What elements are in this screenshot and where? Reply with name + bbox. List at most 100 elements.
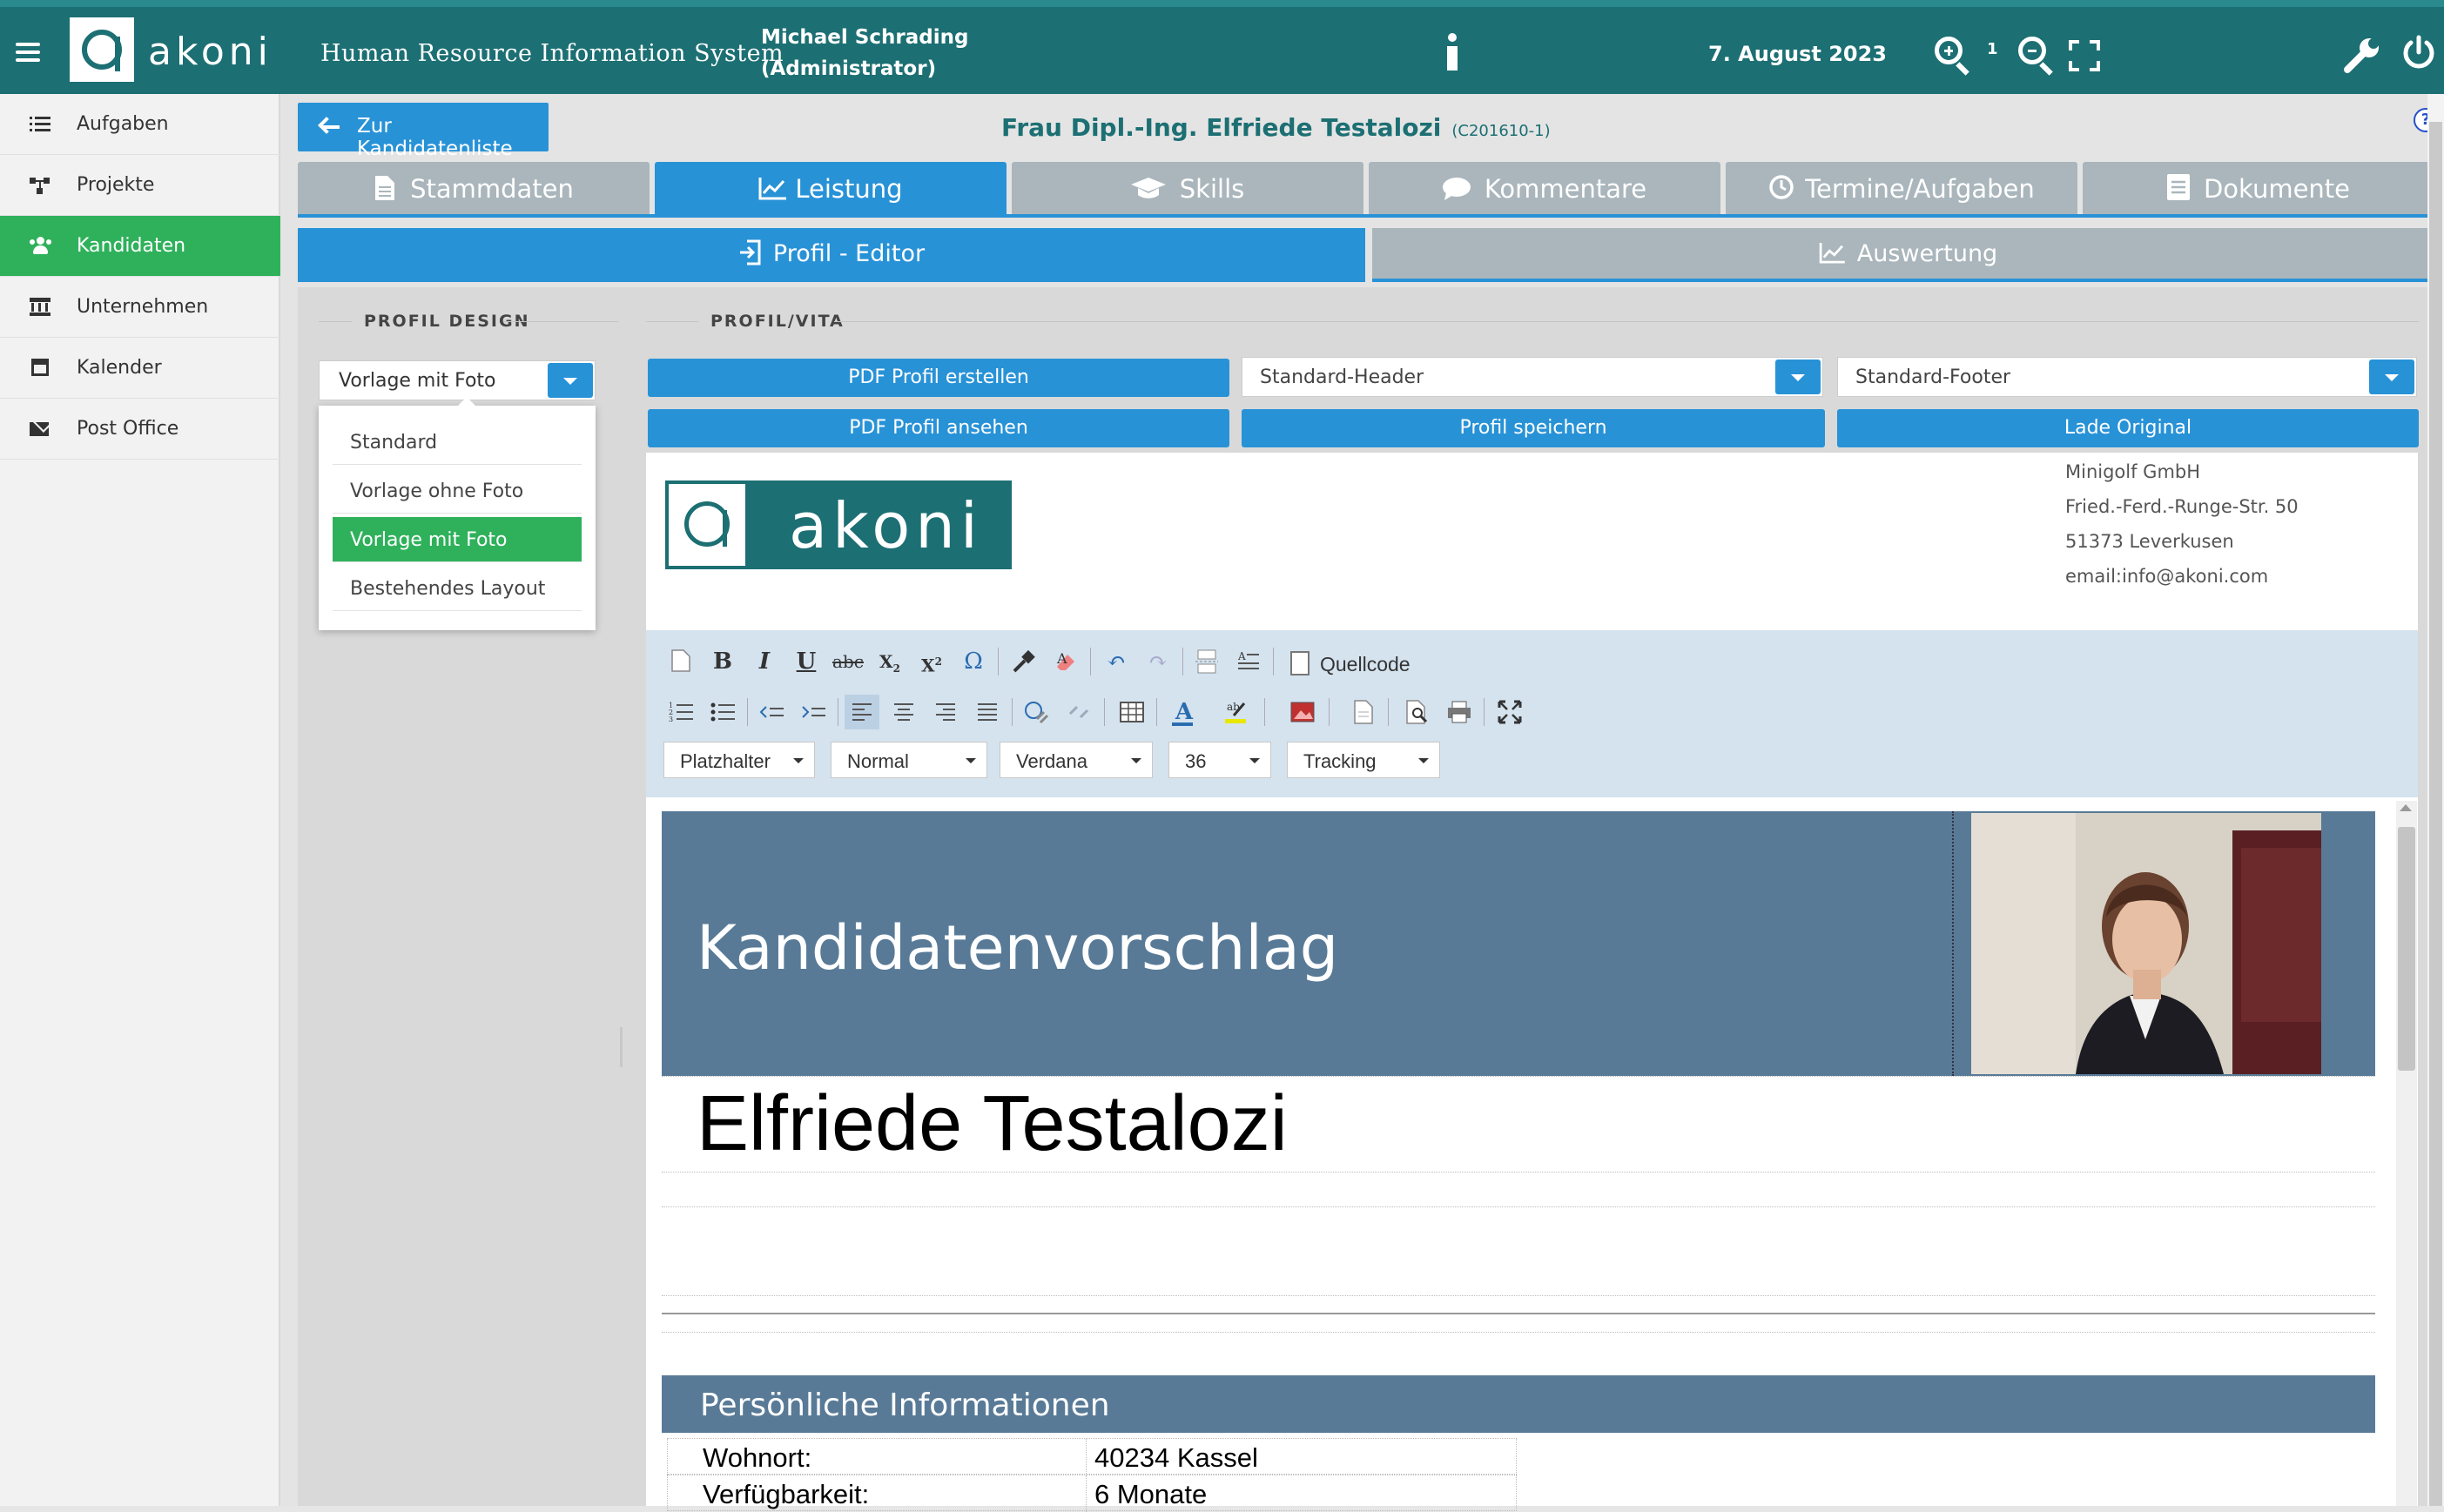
toolbar-separator — [1104, 698, 1105, 726]
subscript-icon[interactable]: X2 — [872, 644, 907, 679]
chevron-down-icon[interactable] — [2369, 360, 2414, 394]
design-option-bestehendes-layout[interactable]: Bestehendes Layout — [333, 566, 582, 611]
sidebar-item-post-office[interactable]: Post Office — [0, 399, 280, 460]
toolbar-separator — [1182, 648, 1183, 675]
info-icon[interactable] — [1444, 33, 1461, 73]
option-label: Standard — [350, 432, 438, 454]
header-select[interactable]: Standard-Header — [1242, 357, 1823, 397]
graduation-cap-icon — [1130, 165, 1166, 198]
zoom-in-icon[interactable] — [1935, 37, 1963, 64]
indent-icon[interactable] — [796, 695, 831, 729]
profile-design-select[interactable]: Vorlage mit Foto — [319, 360, 596, 400]
subtab-auswertung[interactable]: Auswertung — [1372, 228, 2444, 282]
divider — [1952, 811, 1954, 1076]
save-profile-button[interactable]: Profil speichern — [1242, 409, 1825, 447]
page-break-icon[interactable] — [1189, 644, 1224, 679]
clock-icon — [1768, 165, 1794, 199]
toolbar-separator — [1484, 698, 1485, 726]
design-option-standard[interactable]: Standard — [333, 420, 582, 465]
table-icon[interactable] — [1114, 695, 1149, 729]
subtab-profil-editor[interactable]: Profil - Editor — [298, 228, 1365, 282]
sidebar-item-unternehmen[interactable]: Unternehmen — [0, 277, 280, 338]
candidate-name: Elfriede Testalozi — [697, 1080, 1288, 1167]
tab-dokumente[interactable]: Dokumente — [2083, 162, 2434, 216]
user-role: (Administrator) — [761, 57, 937, 80]
strikethrough-icon[interactable]: abc — [831, 644, 865, 679]
italic-icon[interactable]: I — [747, 644, 782, 679]
new-page-icon[interactable] — [663, 644, 698, 679]
maximize-icon[interactable] — [1492, 695, 1527, 729]
sidebar-item-label: Post Office — [77, 418, 179, 440]
link-icon[interactable] — [1020, 695, 1055, 729]
sidebar-item-projekte[interactable]: Projekte — [0, 155, 280, 216]
special-character-icon[interactable]: Ω — [956, 644, 991, 679]
copy-format-icon[interactable] — [1007, 644, 1041, 679]
wrench-icon[interactable] — [2342, 35, 2382, 75]
bold-icon[interactable]: B — [705, 644, 740, 679]
tab-kommentare[interactable]: Kommentare — [1369, 162, 1720, 216]
back-to-candidate-list-button[interactable]: Zur Kandidatenliste — [298, 103, 549, 160]
placeholder-select[interactable]: Platzhalter — [663, 742, 815, 778]
numbered-list-icon[interactable]: 123 — [663, 695, 698, 729]
undo-icon[interactable]: ↶ — [1099, 644, 1134, 679]
power-icon[interactable] — [2401, 35, 2436, 71]
placeholder-select-value: Platzhalter — [680, 750, 771, 772]
design-option-vorlage-ohne-foto[interactable]: Vorlage ohne Foto — [333, 468, 582, 514]
tab-label: Dokumente — [2203, 174, 2351, 204]
align-right-icon[interactable] — [928, 695, 963, 729]
svg-text:3: 3 — [669, 716, 673, 723]
zoom-level: 1 — [1987, 40, 1998, 58]
current-date: 7. August 2023 — [1708, 42, 1888, 66]
company-name: Minigolf GmbH — [2065, 461, 2201, 482]
scroll-up-icon[interactable] — [2400, 804, 2412, 811]
company-logo-text: akoni — [789, 489, 983, 562]
print-icon[interactable] — [1442, 695, 1477, 729]
preview-icon[interactable] — [1400, 695, 1435, 729]
view-pdf-profile-button[interactable]: PDF Profil ansehen — [648, 409, 1229, 447]
image-icon[interactable] — [1285, 695, 1320, 729]
remove-format-icon[interactable]: A — [1048, 644, 1083, 679]
zoom-out-icon[interactable] — [2018, 37, 2046, 64]
editor-scrollbar-thumb[interactable] — [2398, 827, 2415, 1071]
profile-design-dropdown: Standard Vorlage ohne Foto Vorlage mit F… — [319, 397, 596, 630]
fullscreen-icon[interactable] — [2069, 40, 2100, 71]
background-color-icon[interactable]: ab — [1221, 695, 1256, 729]
align-center-icon[interactable] — [886, 695, 921, 729]
company-email: email:info@akoni.com — [2065, 566, 2269, 587]
superscript-icon[interactable]: X2 — [914, 644, 949, 679]
font-select[interactable]: Verdana — [1000, 742, 1153, 778]
footer-select[interactable]: Standard-Footer — [1837, 357, 2417, 397]
font-size-select[interactable]: 36 — [1168, 742, 1271, 778]
candidate-id: (C201610-1) — [1451, 122, 1551, 140]
text-color-icon[interactable]: A — [1167, 695, 1202, 729]
format-select[interactable]: Normal — [831, 742, 987, 778]
chevron-down-icon[interactable] — [548, 363, 593, 398]
align-justify-icon[interactable] — [970, 695, 1005, 729]
tracking-select[interactable]: Tracking — [1287, 742, 1440, 778]
bulleted-list-icon[interactable] — [705, 695, 740, 729]
design-option-vorlage-mit-foto[interactable]: Vorlage mit Foto — [333, 517, 582, 562]
format-select-value: Normal — [847, 750, 909, 772]
unlink-icon[interactable] — [1062, 695, 1097, 729]
outdent-icon[interactable] — [754, 695, 789, 729]
text-direction-icon[interactable]: A — [1231, 644, 1266, 679]
tab-leistung[interactable]: Leistung — [655, 162, 1007, 216]
sidebar-item-label: Projekte — [77, 174, 155, 196]
underline-icon[interactable]: U — [789, 644, 824, 679]
panel-splitter[interactable] — [620, 1027, 623, 1067]
company-street: Fried.-Ferd.-Runge-Str. 50 — [2065, 496, 2299, 517]
sidebar-item-kalender[interactable]: Kalender — [0, 338, 280, 399]
redo-icon[interactable]: ↷ — [1141, 644, 1175, 679]
tab-stammdaten[interactable]: Stammdaten — [298, 162, 650, 216]
create-pdf-profile-button[interactable]: PDF Profil erstellen — [648, 359, 1229, 397]
sidebar-item-kandidaten[interactable]: Kandidaten — [0, 216, 280, 277]
chevron-down-icon[interactable] — [1775, 360, 1821, 394]
tab-termine-aufgaben[interactable]: Termine/Aufgaben — [1726, 162, 2077, 216]
page-scrollbar-thumb[interactable] — [2429, 122, 2442, 1506]
tab-skills[interactable]: Skills — [1012, 162, 1363, 216]
menu-icon[interactable] — [16, 38, 40, 66]
sidebar-item-aufgaben[interactable]: Aufgaben — [0, 94, 280, 155]
template-icon[interactable] — [1346, 695, 1381, 729]
load-original-button[interactable]: Lade Original — [1837, 409, 2419, 447]
align-left-icon[interactable] — [845, 695, 879, 729]
